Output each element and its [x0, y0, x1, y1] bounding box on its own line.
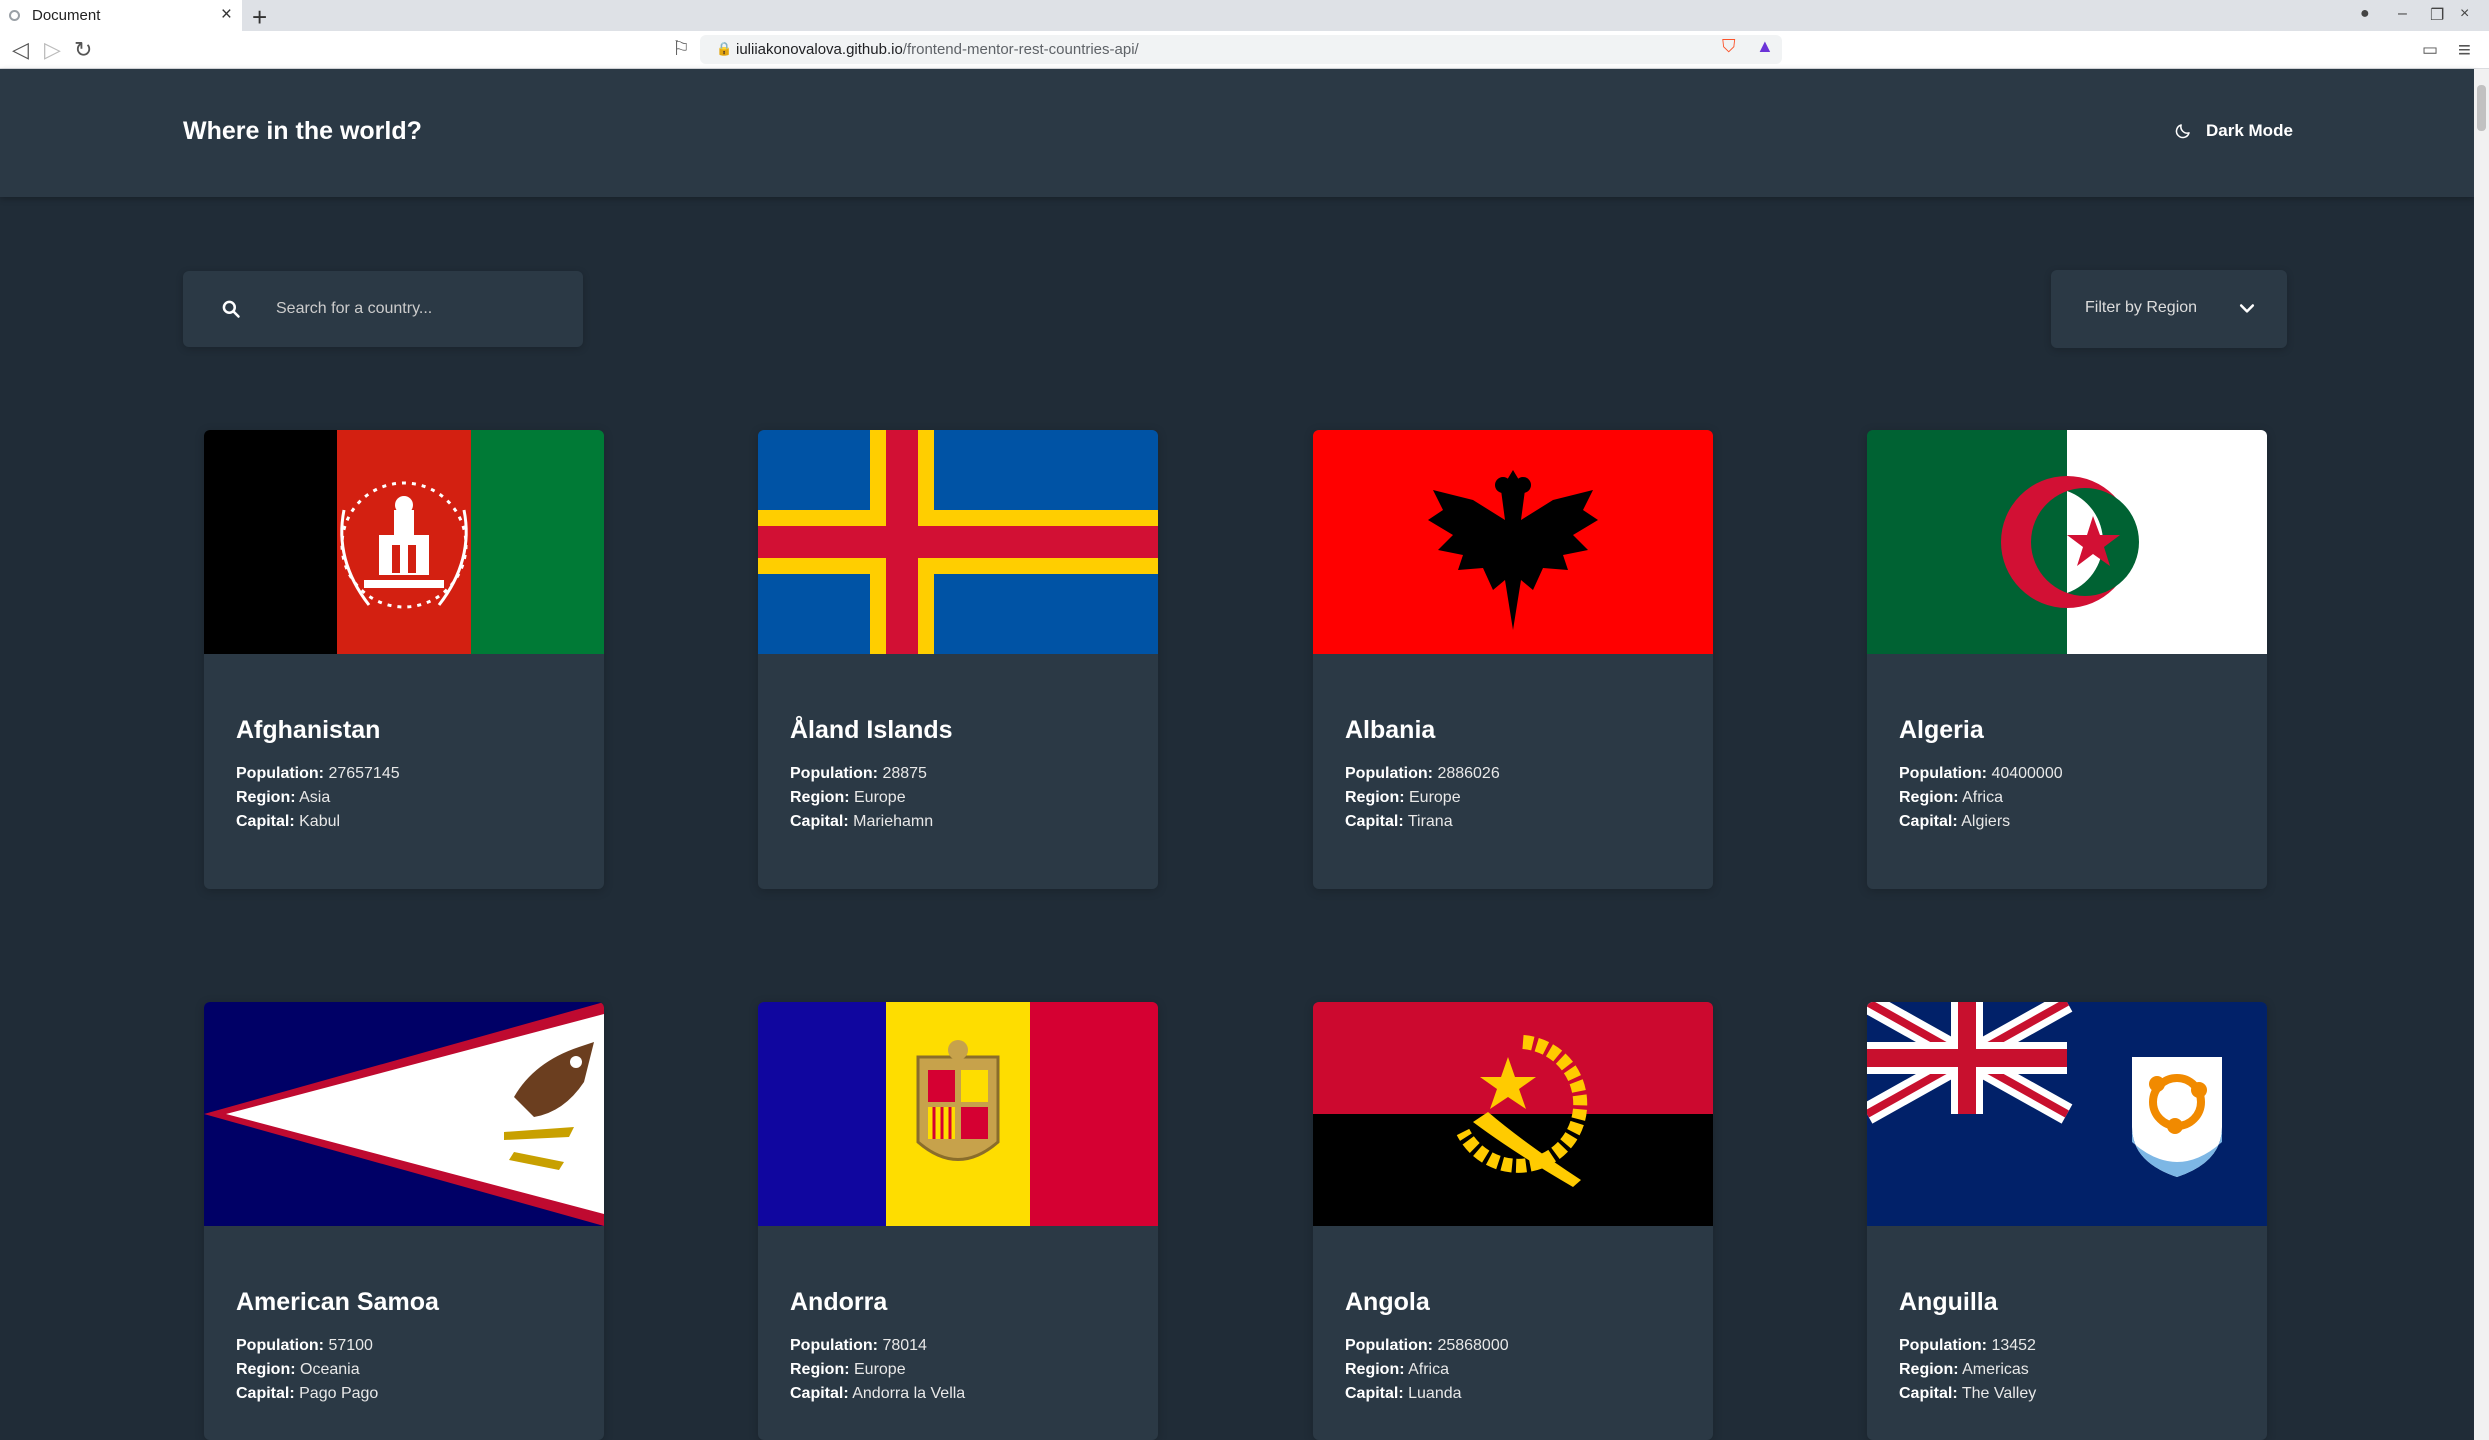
tab-close-icon[interactable]: ×	[221, 4, 232, 26]
population-line: Population: 57100	[236, 1337, 373, 1354]
country-info: Population: 27657145 Region: Asia Capita…	[236, 762, 400, 834]
region-line: Region: Americas	[1899, 1361, 2029, 1378]
country-info: Population: 25868000 Region: Africa Capi…	[1345, 1334, 1509, 1406]
app-header: Where in the world? Dark Mode	[0, 69, 2474, 197]
dark-mode-toggle[interactable]: Dark Mode	[2174, 121, 2293, 141]
country-name: American Samoa	[236, 1288, 439, 1316]
capital-line: Capital: Tirana	[1345, 813, 1453, 830]
capital-line: Capital: Kabul	[236, 813, 341, 830]
capital-line: Capital: Pago Pago	[236, 1385, 379, 1402]
country-info: Population: 40400000 Region: Africa Capi…	[1899, 762, 2063, 834]
population-line: Population: 2886026	[1345, 765, 1500, 782]
albania-flag	[1313, 430, 1713, 654]
population-line: Population: 78014	[790, 1337, 927, 1354]
profile-icon[interactable]: ●	[2360, 5, 2370, 23]
anguilla-flag	[1867, 1002, 2267, 1226]
region-filter-label: Filter by Region	[2085, 299, 2198, 316]
american-samoa-flag	[204, 1002, 604, 1226]
country-card[interactable]: Albania Population: 2886026 Region: Euro…	[1313, 430, 1713, 889]
tab-favicon-icon	[9, 10, 20, 21]
page-scrollbar[interactable]	[2474, 69, 2489, 1440]
region-filter-dropdown[interactable]: Filter by Region	[2051, 270, 2287, 348]
country-card[interactable]: Anguilla Population: 13452 Region: Ameri…	[1867, 1002, 2267, 1440]
tab-title: Document	[32, 7, 101, 24]
region-line: Region: Europe	[790, 1361, 906, 1378]
restore-icon[interactable]: ❐	[2430, 5, 2444, 25]
lock-icon: 🔒	[716, 41, 733, 56]
window-close-icon[interactable]: ×	[2460, 5, 2469, 23]
page-title: Where in the world?	[183, 117, 422, 145]
search-input[interactable]	[276, 291, 556, 327]
browser-tab[interactable]: Document ×	[0, 0, 242, 31]
address-bar[interactable]: 🔒 iuliiakonovalova.github.io/frontend-me…	[700, 35, 1782, 64]
search-icon	[222, 300, 240, 318]
andorra-flag	[758, 1002, 1158, 1226]
angola-flag	[1313, 1002, 1713, 1226]
reload-icon[interactable]: ↻	[74, 37, 92, 63]
browser-toolbar: ◁ ▷ ↻ ⚐ 🔒 iuliiakonovalova.github.io/fro…	[0, 31, 2489, 69]
country-name: Algeria	[1899, 716, 1984, 744]
afghanistan-flag	[204, 430, 604, 654]
country-info: Population: 28875 Region: Europe Capital…	[790, 762, 933, 834]
region-line: Region: Africa	[1899, 789, 2004, 806]
dark-mode-label: Dark Mode	[2206, 121, 2293, 140]
country-name: Afghanistan	[236, 716, 381, 744]
population-line: Population: 13452	[1899, 1337, 2036, 1354]
country-card[interactable]: Andorra Population: 78014 Region: Europe…	[758, 1002, 1158, 1440]
country-card[interactable]: Angola Population: 25868000 Region: Afri…	[1313, 1002, 1713, 1440]
browser-tab-bar: Document × + ● – ❐ ×	[0, 0, 2489, 33]
bookmark-icon[interactable]: ⚐	[672, 36, 690, 61]
chevron-down-icon	[2239, 304, 2255, 313]
moon-icon	[2175, 124, 2190, 139]
region-line: Region: Oceania	[236, 1361, 360, 1378]
country-card[interactable]: Afghanistan Population: 27657145 Region:…	[204, 430, 604, 889]
country-card[interactable]: Åland Islands Population: 28875 Region: …	[758, 430, 1158, 889]
url-text: iuliiakonovalova.github.io/frontend-ment…	[736, 41, 1139, 58]
population-line: Population: 28875	[790, 765, 927, 782]
country-card[interactable]: Algeria Population: 40400000 Region: Afr…	[1867, 430, 2267, 889]
brave-shield-icon[interactable]: ⛉	[1722, 36, 1736, 57]
minimize-icon[interactable]: –	[2398, 5, 2407, 23]
search-box[interactable]	[183, 271, 583, 347]
new-tab-icon[interactable]: +	[252, 2, 267, 33]
country-name: Angola	[1345, 1288, 1430, 1316]
country-info: Population: 78014 Region: Europe Capital…	[790, 1334, 965, 1406]
algeria-flag	[1867, 430, 2267, 654]
population-line: Population: 40400000	[1899, 765, 2063, 782]
country-info: Population: 57100 Region: Oceania Capita…	[236, 1334, 378, 1406]
country-name: Albania	[1345, 716, 1436, 744]
country-name: Åland Islands	[790, 716, 953, 744]
brave-rewards-icon[interactable]: ▲	[1756, 36, 1774, 57]
capital-line: Capital: Luanda	[1345, 1385, 1462, 1402]
wallet-icon[interactable]: ▭	[2422, 40, 2438, 60]
back-icon[interactable]: ◁	[12, 37, 29, 63]
country-info: Population: 2886026 Region: Europe Capit…	[1345, 762, 1500, 834]
country-name: Andorra	[790, 1288, 888, 1316]
forward-icon[interactable]: ▷	[44, 37, 61, 63]
region-line: Region: Asia	[236, 789, 331, 806]
country-info: Population: 13452 Region: Americas Capit…	[1899, 1334, 2036, 1406]
scrollbar-thumb[interactable]	[2477, 85, 2486, 131]
capital-line: Capital: The Valley	[1899, 1385, 2037, 1402]
region-line: Region: Africa	[1345, 1361, 1450, 1378]
region-line: Region: Europe	[1345, 789, 1461, 806]
aland-flag	[758, 430, 1158, 654]
capital-line: Capital: Andorra la Vella	[790, 1385, 966, 1402]
population-line: Population: 25868000	[1345, 1337, 1509, 1354]
menu-icon[interactable]: ≡	[2458, 37, 2471, 63]
country-card[interactable]: American Samoa Population: 57100 Region:…	[204, 1002, 604, 1440]
country-name: Anguilla	[1899, 1288, 1998, 1316]
capital-line: Capital: Algiers	[1899, 813, 2011, 830]
capital-line: Capital: Mariehamn	[790, 813, 934, 830]
region-line: Region: Europe	[790, 789, 906, 806]
population-line: Population: 27657145	[236, 765, 400, 782]
